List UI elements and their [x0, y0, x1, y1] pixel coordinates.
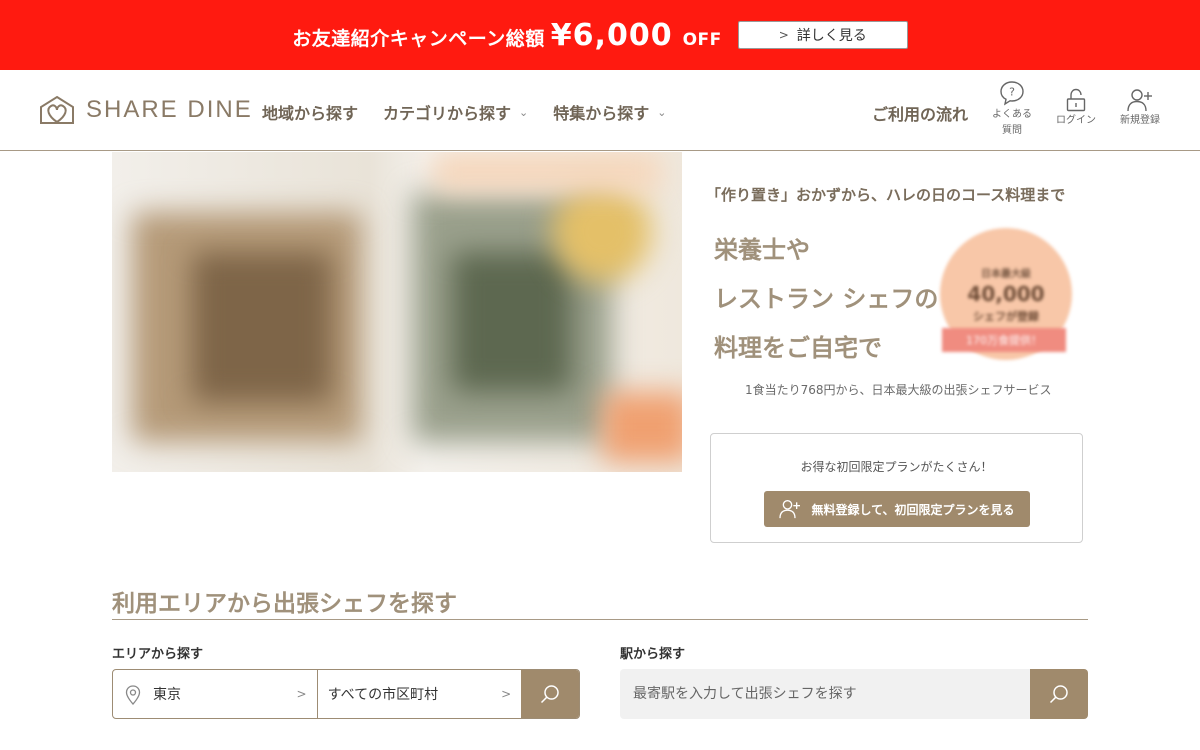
faq-label-2: 質問 [1002, 125, 1022, 136]
promo-box: お得な初回限定プランがたくさん！ 無料登録して、初回限定プランを見る [710, 433, 1083, 543]
site-logo[interactable]: SHARE DINE [38, 94, 253, 126]
hero-photo-blob [432, 152, 662, 192]
hero-photo-blob [452, 252, 572, 392]
prefecture-value: 東京 [153, 687, 181, 703]
nav-area-search[interactable]: 地域から探す [262, 100, 358, 124]
hero-photo-blob [602, 392, 682, 462]
user-plus-icon [1127, 89, 1152, 112]
station-search-box [620, 669, 1088, 719]
hero-image [112, 152, 682, 472]
city-select[interactable]: すべての市区町村 > [318, 670, 522, 718]
free-register-label: 無料登録して、初回限定プランを見る [811, 502, 1015, 517]
campaign-off: OFF [682, 29, 722, 50]
station-search-button[interactable] [1030, 669, 1088, 719]
campaign-details-label: 詳しく見る [796, 28, 867, 44]
nav-category-search[interactable]: カテゴリから探す ⌄ [383, 100, 528, 124]
lock-icon [1066, 88, 1086, 112]
chevron-right-icon: > [296, 687, 307, 701]
campaign-text: お友達紹介キャンペーン総額 ¥6,000 OFF [292, 18, 738, 53]
campaign-details-button[interactable]: > 詳しく見る [737, 21, 908, 49]
hero-photo-blob [192, 252, 332, 402]
chevron-right-icon: > [778, 28, 789, 42]
search-icon [541, 685, 559, 704]
usage-flow-link[interactable]: ご利用の流れ [872, 101, 968, 125]
hero-headline-line-1: 栄養士や [714, 236, 810, 264]
badge-line-1: 日本最大級 [981, 268, 1031, 280]
login-link[interactable]: ログイン [1052, 88, 1100, 128]
area-search-box: 東京 > すべての市区町村 > [112, 669, 580, 719]
hero-tagline: 「作り置き」おかずから、ハレの日のコース料理まで [706, 186, 1066, 204]
prefecture-select[interactable]: 東京 > [113, 670, 318, 718]
nav-item-label: 地域から探す [262, 104, 359, 123]
main-nav: 地域から探す カテゴリから探す ⌄ 特集から探す ⌄ [262, 100, 666, 124]
campaign-title: お友達紹介キャンペーン総額 [292, 27, 545, 50]
hero-headline-line-3: 料理をご自宅で [714, 334, 882, 362]
nav-item-label: 特集から探す [553, 104, 650, 123]
register-link[interactable]: 新規登録 [1116, 88, 1164, 128]
chevron-down-icon: ⌄ [657, 105, 667, 119]
promo-text: お得な初回限定プランがたくさん！ [800, 460, 993, 474]
faq-label-1: よくある [992, 109, 1032, 120]
badge-ribbon: 170万食提供！ [942, 328, 1066, 352]
chevron-right-icon: > [501, 687, 512, 701]
faq-link[interactable]: ? よくある 質問 [990, 80, 1034, 138]
map-pin-icon [125, 685, 141, 705]
section-divider [112, 619, 1088, 620]
area-search-heading: 利用エリアから出張シェフを探す [112, 591, 457, 617]
city-value: すべての市区町村 [327, 687, 439, 703]
chevron-down-icon: ⌄ [519, 105, 529, 119]
hero-photo-blob [552, 182, 652, 282]
badge-line-2: 40,000 [967, 281, 1045, 306]
campaign-amount: ¥6,000 [550, 17, 673, 53]
logo-icon [40, 95, 74, 124]
badge-line-3: シェフが登録 [973, 309, 1039, 323]
station-search-input[interactable] [620, 669, 1030, 719]
site-header: SHARE DINE 地域から探す カテゴリから探す ⌄ 特集から探す ⌄ ご利… [0, 70, 1200, 151]
hero-headline-line-2: レストラン シェフの [714, 285, 939, 313]
question-icon: ? [1000, 81, 1024, 106]
area-search-button[interactable] [521, 670, 579, 718]
hero-subline: 1食当たり768円から、日本最大級の出張シェフサービス [745, 383, 1052, 397]
campaign-banner: お友達紹介キャンペーン総額 ¥6,000 OFF > 詳しく見る [0, 0, 1200, 70]
register-label: 新規登録 [1120, 115, 1160, 126]
user-plus-icon [779, 500, 801, 519]
station-search-label: 駅から探す [620, 647, 686, 662]
logo-text: SHARE DINE [86, 96, 253, 123]
login-label: ログイン [1056, 115, 1096, 126]
search-icon [1049, 685, 1068, 704]
free-register-button[interactable]: 無料登録して、初回限定プランを見る [764, 491, 1030, 527]
nav-item-label: カテゴリから探す [383, 104, 512, 123]
nav-feature-search[interactable]: 特集から探す ⌄ [553, 100, 666, 124]
area-search-label: エリアから探す [112, 647, 204, 662]
svg-text:?: ? [1009, 86, 1015, 99]
